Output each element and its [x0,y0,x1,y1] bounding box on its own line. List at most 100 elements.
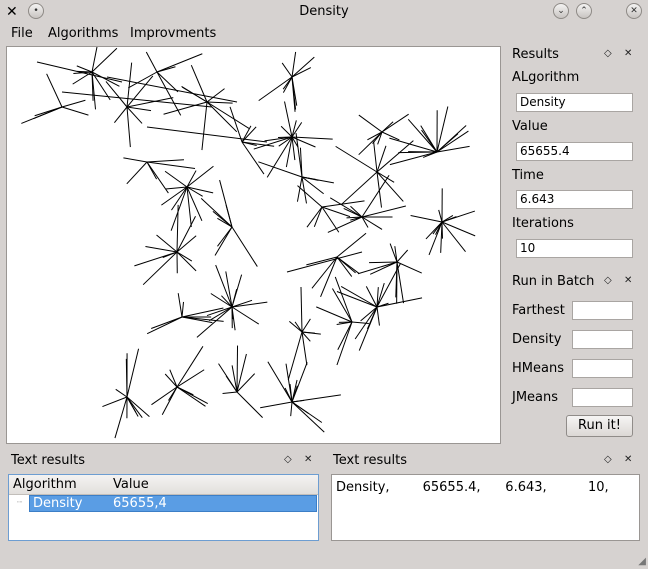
cluster-edge [145,246,178,253]
cluster-edge [115,388,128,398]
cluster-edge [113,106,128,124]
title-bar: ✕ • Density ⌄ ⌃ ✕ [0,0,648,24]
maximize-icon[interactable]: ⌃ [576,3,592,19]
column-header-value[interactable]: Value [113,477,149,492]
close-icon[interactable]: ✕ [624,48,632,59]
menu-file[interactable]: File [11,26,33,41]
cluster-edge [215,264,233,308]
cluster-edge [206,88,225,103]
farthest-label: Farthest [512,303,565,318]
drawing-canvas[interactable] [6,35,501,444]
density-field[interactable] [572,330,633,349]
results-dock-title: Results [512,47,559,62]
cluster-edge [156,66,176,73]
cluster-edge [186,186,214,194]
minimize-icon[interactable]: ⌄ [553,3,569,19]
cluster-edge [176,204,179,253]
cluster-edge [151,386,178,406]
close-icon[interactable]: ✕ [624,275,632,286]
cluster-edge [389,151,438,166]
cluster-edge [366,306,378,330]
float-icon[interactable]: ◇ [604,48,612,59]
algorithm-field[interactable]: Density [516,93,633,112]
cluster-edge [313,206,323,227]
cluster-edge [222,391,238,395]
cluster-edge [334,276,353,323]
cluster-edge [376,306,380,326]
cluster-edge [146,161,158,180]
cluster-edge [176,216,196,253]
jmeans-field[interactable] [572,388,633,407]
cluster-edge [421,129,438,153]
farthest-field[interactable] [572,301,633,320]
float-icon[interactable]: ◇ [284,454,292,465]
menu-improvements[interactable]: Improvments [130,26,216,41]
cluster-edge [212,210,233,228]
cluster-edge [164,170,188,188]
tree-header: Algorithm Value [9,475,318,495]
results-tree[interactable]: Algorithm Value ┈ Density 65655,4 [8,474,319,541]
cluster-edge [126,161,148,185]
row-algorithm: Density [33,496,83,511]
cluster-edge [229,106,243,143]
cluster-edge [291,56,315,78]
cluster-edge [291,394,341,403]
cluster-edge [126,348,140,398]
tree-row[interactable]: Density 65655,4 [29,495,317,512]
cluster-edge [381,113,409,133]
cluster-edge [357,261,398,275]
cluster-edge [176,235,197,253]
float-icon[interactable]: ◇ [604,275,612,286]
cluster-edge [410,214,443,223]
cluster-connector [36,61,123,83]
cluster-edge [156,71,182,116]
cluster-edge [214,226,233,256]
time-field[interactable]: 6.643 [516,190,633,209]
cluster-edge [316,306,353,323]
float-icon[interactable]: ◇ [604,454,612,465]
cluster-edge [125,358,128,398]
cluster-edge [281,62,293,78]
column-header-algorithm[interactable]: Algorithm [13,477,77,492]
cluster-edge [231,226,258,267]
cluster-edge [358,114,383,133]
cluster-edge [369,261,398,275]
cluster-edge [260,401,293,409]
cluster-edge [282,76,293,90]
cluster-edge [145,51,158,73]
cluster-edge [407,118,438,153]
cluster-edge [206,101,233,104]
cluster-edge [102,396,128,408]
cluster-edge [376,171,404,202]
cluster-edge [114,396,128,439]
cluster-edge [336,232,367,258]
cluster-edge [126,396,139,417]
cluster-edge [206,101,250,129]
cluster-edge [335,145,378,173]
resize-grip-icon[interactable]: ◢ [638,556,646,567]
cluster-edge [176,386,208,404]
close-icon[interactable]: ✕ [624,454,632,465]
cluster-edge [231,306,260,325]
density-label: Density [512,332,562,347]
close-icon[interactable]: ✕ [626,3,642,19]
text-results-area[interactable]: Density, 65655.4, 6.643, 10, [331,474,640,541]
close-icon[interactable]: ✕ [304,454,312,465]
hmeans-field[interactable] [572,359,633,378]
cluster-edge [126,62,133,108]
algorithm-label: ALgorithm [512,70,580,85]
cluster-edge [61,106,89,116]
cluster-edge [428,221,443,256]
tree-branch-icon: ┈ [17,498,23,508]
cluster-edge [287,331,303,381]
cluster-edge [236,391,263,418]
cluster-edge [123,157,148,163]
cluster-edge [126,106,143,124]
menu-algorithms[interactable]: Algorithms [48,26,118,41]
run-it-button[interactable]: Run it! [566,415,633,437]
iterations-field[interactable]: 10 [516,239,633,258]
cluster-edge [336,321,353,366]
value-field[interactable]: 65655.4 [516,142,633,161]
cluster-edge [171,186,188,211]
cluster-edge [297,185,323,208]
